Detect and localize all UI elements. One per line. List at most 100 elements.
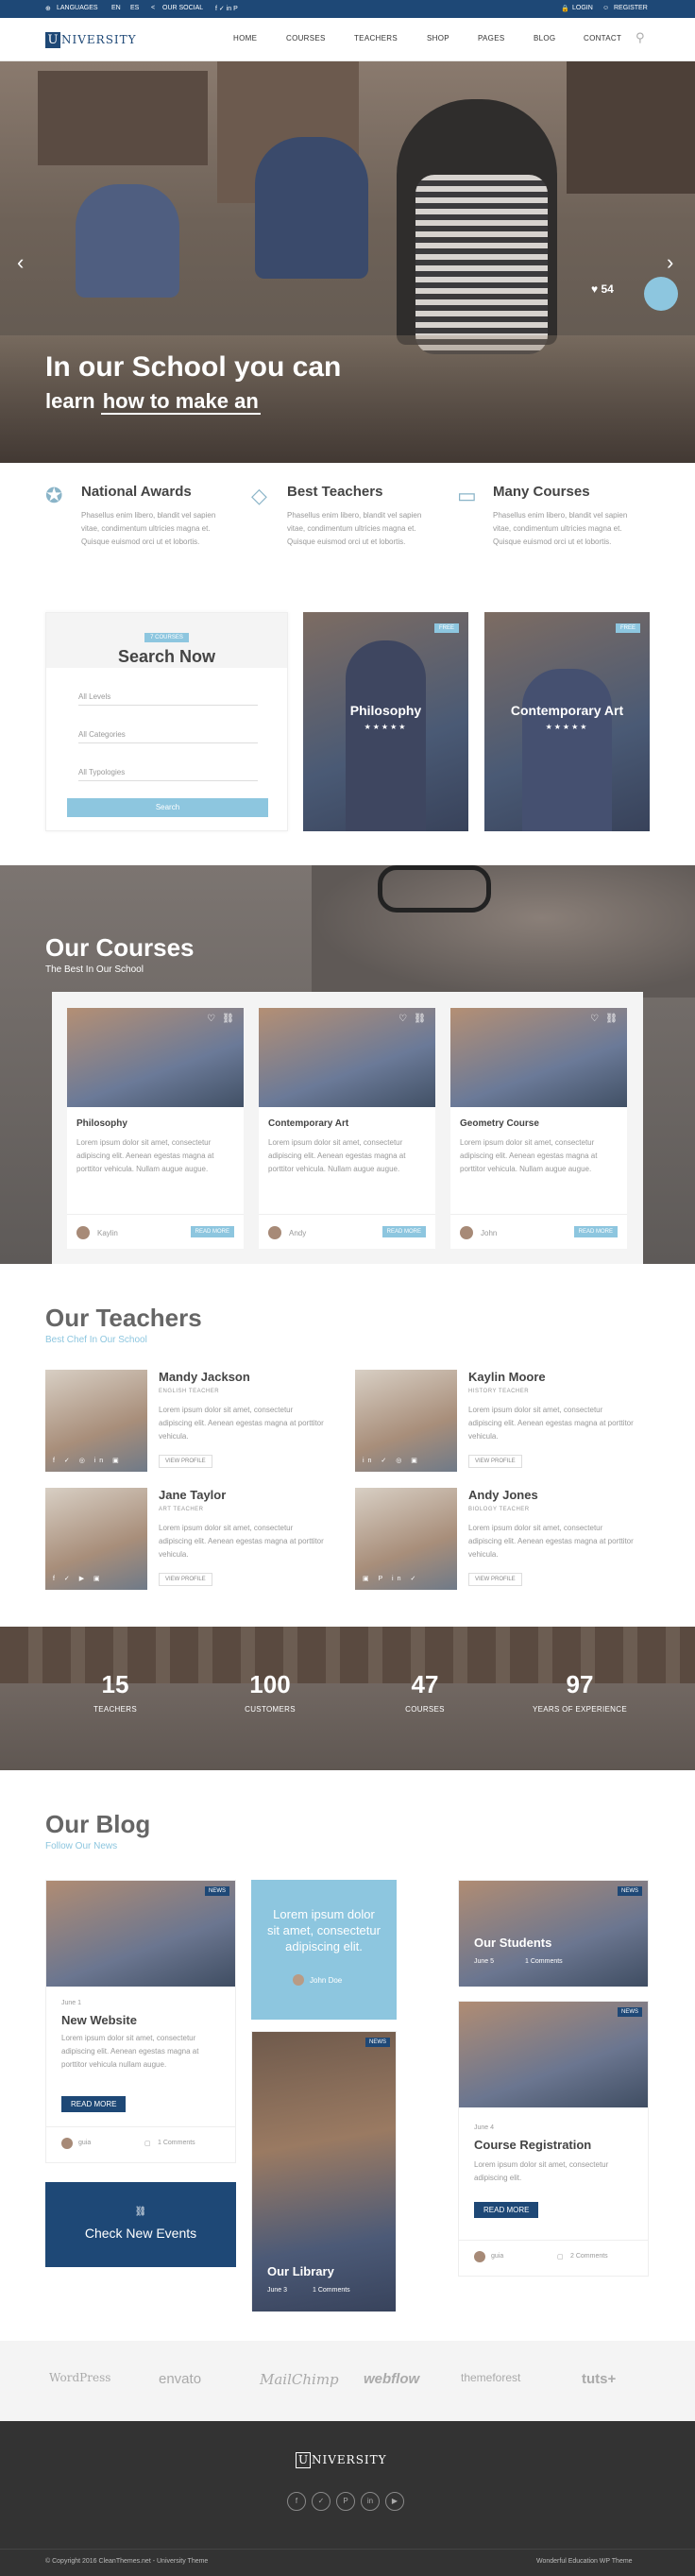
social-icons[interactable]: f ✓ ▶ ▣ bbox=[53, 1575, 104, 1582]
nav-blog[interactable]: BLOG bbox=[534, 34, 555, 43]
avatar bbox=[61, 2138, 73, 2149]
search-icon[interactable]: ⚲ bbox=[636, 30, 645, 45]
blog-post-card[interactable]: NEWS Our Students June 5 1 Comments bbox=[458, 1880, 649, 1987]
login-link[interactable]: LOGIN bbox=[572, 5, 593, 11]
teacher-photo[interactable]: f ✓ ▶ ▣ bbox=[45, 1488, 147, 1590]
floating-action-button[interactable] bbox=[644, 277, 678, 311]
teacher-role: ART TEACHER bbox=[159, 1507, 204, 1512]
read-more-button[interactable]: READ MORE bbox=[381, 1226, 426, 1237]
divider bbox=[46, 2126, 235, 2127]
post-title[interactable]: New Website bbox=[61, 2013, 137, 2027]
categories-select[interactable]: All Categories bbox=[78, 723, 258, 743]
nav-contact[interactable]: CONTACT bbox=[584, 34, 621, 43]
stat-number: 15 bbox=[101, 1670, 129, 1698]
nav-home[interactable]: HOME bbox=[233, 34, 257, 43]
course-card[interactable]: ♡ ⛓ Philosophy Lorem ipsum dolor sit amet… bbox=[67, 1008, 244, 1249]
link-icon[interactable]: ⛓ bbox=[222, 1014, 234, 1024]
comment-count[interactable]: 2 Comments bbox=[570, 2253, 608, 2260]
share-icon: < bbox=[151, 5, 156, 11]
post-title[interactable]: Course Registration bbox=[474, 2138, 591, 2152]
check-events-banner[interactable]: ⛓ Check New Events bbox=[45, 2182, 236, 2267]
language-en-link[interactable]: EN bbox=[111, 5, 121, 11]
view-profile-button[interactable]: VIEW PROFILE bbox=[468, 1455, 522, 1468]
levels-select[interactable]: All Levels bbox=[78, 685, 258, 706]
next-slide-arrow[interactable]: › bbox=[667, 250, 673, 275]
nav-courses[interactable]: COURSES bbox=[286, 34, 326, 43]
view-profile-button[interactable]: VIEW PROFILE bbox=[159, 1573, 212, 1586]
partner-logo-webflow[interactable]: webflow bbox=[364, 2371, 419, 2387]
partner-logo-wordpress[interactable]: WordPress bbox=[49, 2371, 110, 2384]
teacher-name[interactable]: Jane Taylor bbox=[159, 1488, 226, 1502]
post-title[interactable]: Our Library bbox=[267, 2264, 334, 2278]
teacher-name[interactable]: Kaylin Moore bbox=[468, 1370, 546, 1384]
nav-shop[interactable]: SHOP bbox=[427, 34, 449, 43]
link-icon[interactable]: ⛓ bbox=[605, 1014, 618, 1024]
read-more-button[interactable]: READ MORE bbox=[474, 2202, 539, 2218]
social-icons[interactable]: f ✓ ◎ in ▣ bbox=[53, 1457, 123, 1464]
glasses-decoration bbox=[378, 865, 491, 913]
language-es-link[interactable]: ES bbox=[130, 5, 139, 11]
comment-count[interactable]: 1 Comments bbox=[313, 2287, 350, 2294]
teacher-photo[interactable]: in ✓ ◎ ▣ bbox=[355, 1370, 457, 1472]
blog-post-card[interactable]: NEWS June 1 New Website Lorem ipsum dolo… bbox=[45, 1880, 236, 2163]
partner-logo-tuts[interactable]: tuts+ bbox=[582, 2371, 616, 2387]
site-logo[interactable]: U NIVERSITY bbox=[45, 31, 137, 48]
course-title: Geometry Course bbox=[460, 1118, 539, 1129]
footer-logo[interactable]: U NIVERSITY bbox=[296, 2451, 387, 2468]
register-link[interactable]: REGISTER bbox=[614, 5, 648, 11]
facebook-icon[interactable]: f bbox=[287, 2492, 306, 2511]
social-icons[interactable]: ▣ P in ✓ bbox=[363, 1575, 419, 1582]
social-icons[interactable]: in ✓ ◎ ▣ bbox=[363, 1457, 421, 1464]
blog-post-card[interactable]: NEWS Our Library June 3 1 Comments bbox=[251, 2031, 397, 2312]
comment-count[interactable]: 1 Comments bbox=[525, 1958, 563, 1965]
teacher-name[interactable]: Mandy Jackson bbox=[159, 1370, 250, 1384]
search-button[interactable]: Search bbox=[67, 798, 268, 817]
read-more-button[interactable]: READ MORE bbox=[61, 2096, 127, 2112]
view-profile-button[interactable]: VIEW PROFILE bbox=[159, 1455, 212, 1468]
partner-logo-themeforest[interactable]: themeforest bbox=[461, 2371, 520, 2384]
link-icon[interactable]: ⛓ bbox=[414, 1014, 426, 1024]
linkedin-icon[interactable]: in bbox=[361, 2492, 380, 2511]
course-title: Contemporary Art bbox=[268, 1118, 349, 1129]
view-profile-button[interactable]: VIEW PROFILE bbox=[468, 1573, 522, 1586]
post-date: June 1 bbox=[61, 2000, 82, 2006]
courses-section-subtitle: The Best In Our School bbox=[45, 964, 144, 975]
avatar bbox=[76, 1226, 90, 1239]
rating-stars: ★★★★★ bbox=[364, 723, 408, 731]
blog-post-card[interactable]: NEWS June 4 Course Registration Lorem ip… bbox=[458, 2001, 649, 2277]
post-excerpt: Lorem ipsum dolor sit amet, consectetur … bbox=[61, 2034, 199, 2069]
read-more-button[interactable]: READ MORE bbox=[190, 1226, 234, 1237]
featured-course-philosophy[interactable]: FREE Philosophy ★★★★★ bbox=[303, 612, 468, 831]
prev-slide-arrow[interactable]: ‹ bbox=[17, 250, 24, 275]
nav-teachers[interactable]: TEACHERS bbox=[354, 34, 398, 43]
feature-text: Phasellus enim libero, blandit vel sapie… bbox=[81, 511, 216, 546]
blog-section-subtitle: Follow Our News bbox=[45, 1841, 118, 1851]
stat-customers: 100 CUSTOMERS bbox=[204, 1670, 336, 1714]
teacher-card: f ✓ ▶ ▣ Jane Taylor ART TEACHER Lorem ip… bbox=[45, 1488, 348, 1592]
teacher-name[interactable]: Andy Jones bbox=[468, 1488, 538, 1502]
main-navbar: U NIVERSITY HOME COURSES TEACHERS SHOP P… bbox=[0, 18, 695, 61]
teacher-photo[interactable]: f ✓ ◎ in ▣ bbox=[45, 1370, 147, 1472]
post-title[interactable]: Our Students bbox=[474, 1936, 551, 1950]
course-card[interactable]: ♡ ⛓ Geometry Course Lorem ipsum dolor sit… bbox=[450, 1008, 627, 1249]
featured-course-contemporary-art[interactable]: FREE Contemporary Art ★★★★★ bbox=[484, 612, 650, 831]
typologies-select[interactable]: All Typologies bbox=[78, 760, 258, 781]
heart-icon[interactable]: ♡ bbox=[207, 1014, 215, 1024]
heart-icon[interactable]: ♡ bbox=[398, 1014, 407, 1024]
nav-pages[interactable]: PAGES bbox=[478, 34, 504, 43]
teacher-photo[interactable]: ▣ P in ✓ bbox=[355, 1488, 457, 1590]
partner-logo-envato[interactable]: envato bbox=[159, 2371, 201, 2387]
bookshelf-decoration bbox=[38, 71, 208, 165]
user-icon: ☺ bbox=[602, 5, 610, 11]
course-title: Philosophy bbox=[349, 703, 422, 718]
youtube-icon[interactable]: ▶ bbox=[385, 2492, 404, 2511]
course-card[interactable]: ♡ ⛓ Contemporary Art Lorem ipsum dolor si… bbox=[259, 1008, 435, 1249]
comment-count[interactable]: 1 Comments bbox=[158, 2140, 195, 2146]
social-icons[interactable]: f ✓ in P bbox=[215, 5, 238, 12]
read-more-button[interactable]: READ MORE bbox=[573, 1226, 618, 1237]
partner-logo-mailchimp[interactable]: MailChimp bbox=[260, 2371, 339, 2388]
heart-icon[interactable]: ♡ bbox=[590, 1014, 599, 1024]
news-badge: NEWS bbox=[618, 1886, 642, 1896]
pinterest-icon[interactable]: P bbox=[336, 2492, 355, 2511]
twitter-icon[interactable]: ✓ bbox=[312, 2492, 331, 2511]
